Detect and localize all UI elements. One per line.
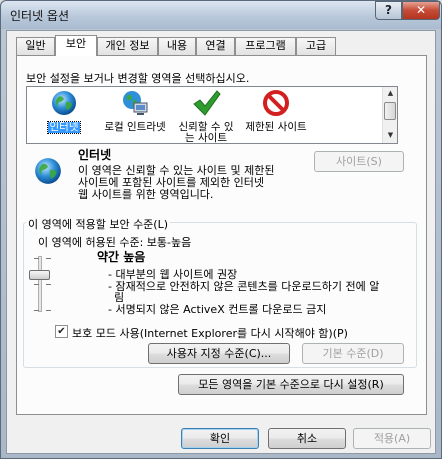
checkmark-icon	[193, 90, 221, 116]
zone-label-restricted-sites: 제한된 사이트	[245, 121, 307, 133]
tab-connections[interactable]: 연결	[196, 37, 235, 55]
default-level-button[interactable]: 기본 수준(D)	[302, 343, 404, 364]
globe-icon	[52, 91, 76, 115]
security-level-desc-3: - 서명되지 않은 ActiveX 컨트롤 다운로드 금지	[108, 303, 327, 316]
help-button[interactable]: ?	[375, 1, 402, 20]
tab-security[interactable]: 보안	[55, 35, 97, 56]
tab-programs[interactable]: 프로그램	[235, 37, 296, 55]
protected-mode-label[interactable]: 보호 모드 사용(Internet Explorer를 다시 시작해야 함)(P…	[72, 325, 348, 341]
restricted-icon	[263, 90, 289, 116]
close-button[interactable]: ✕	[402, 1, 440, 20]
scroll-thumb[interactable]	[384, 102, 396, 120]
scroll-up-icon[interactable]: ▲	[383, 87, 398, 100]
internet-options-window: 인터넷 옵션 ? ✕ 일반 보안 개인 정보 내용 연결 프로그램 고급 보안 …	[0, 0, 442, 459]
sites-button[interactable]: 사이트(S)	[314, 151, 404, 172]
security-level-group-label: 이 영역에 적용할 보안 수준(L)	[26, 216, 171, 232]
globe-icon	[35, 158, 61, 184]
zone-description-line3: 웹 사이트를 위한 영역입니다.	[78, 188, 214, 201]
zone-trusted-sites[interactable]: 신뢰할 수 있는 사이트	[173, 89, 239, 144]
custom-level-button[interactable]: 사용자 지정 수준(C)...	[148, 343, 290, 364]
zone-title: 인터넷	[78, 148, 112, 162]
slider-tick	[46, 310, 51, 311]
slider-tick	[46, 258, 51, 259]
security-level-desc-2: - 잠재적으로 안전하지 않은 콘텐츠를 다운로드하기 전에 알	[108, 280, 380, 293]
zone-instruction: 보안 설정을 보거나 변경할 영역을 선택하십시오.	[26, 72, 250, 85]
cancel-button[interactable]: 취소	[268, 428, 346, 449]
reset-all-zones-button[interactable]: 모든 영역을 기본 수준으로 다시 설정(R)	[178, 374, 404, 395]
intranet-icon	[123, 91, 148, 115]
window-title: 인터넷 옵션	[10, 9, 70, 23]
zone-internet[interactable]: 인터넷	[31, 89, 97, 134]
zone-label-local-intranet: 로컬 인트라넷	[104, 121, 166, 133]
zone-restricted-sites[interactable]: 제한된 사이트	[243, 89, 309, 133]
close-icon: ✕	[415, 3, 427, 17]
apply-button[interactable]: 적용(A)	[353, 428, 431, 449]
ok-button[interactable]: 확인	[181, 428, 259, 449]
help-icon: ?	[385, 3, 392, 17]
title-bar[interactable]: 인터넷 옵션 ? ✕	[1, 1, 441, 29]
protected-mode-checkbox[interactable]: ✔	[55, 325, 68, 338]
security-level-name: 약간 높음	[97, 250, 146, 264]
slider-tick	[34, 310, 39, 311]
zone-label-trusted-sites: 신뢰할 수 있는 사이트	[178, 121, 234, 144]
tab-advanced[interactable]: 고급	[296, 37, 336, 55]
zone-list[interactable]: 인터넷 로컬 인트라넷 신뢰할 수 있는 사이트 제한된 사이트 ▲ ▼	[26, 86, 398, 144]
slider-tick	[46, 284, 51, 285]
tab-content[interactable]: 내용	[158, 37, 196, 55]
security-level-slider-thumb[interactable]	[29, 270, 50, 280]
tab-general[interactable]: 일반	[16, 37, 55, 55]
tab-privacy[interactable]: 개인 정보	[97, 37, 158, 55]
slider-tick	[34, 258, 39, 259]
zone-list-scrollbar[interactable]: ▲ ▼	[382, 87, 397, 143]
zone-local-intranet[interactable]: 로컬 인트라넷	[102, 89, 168, 133]
slider-tick	[34, 284, 39, 285]
zone-label-internet: 인터넷	[46, 121, 82, 134]
scroll-down-icon[interactable]: ▼	[383, 129, 398, 142]
